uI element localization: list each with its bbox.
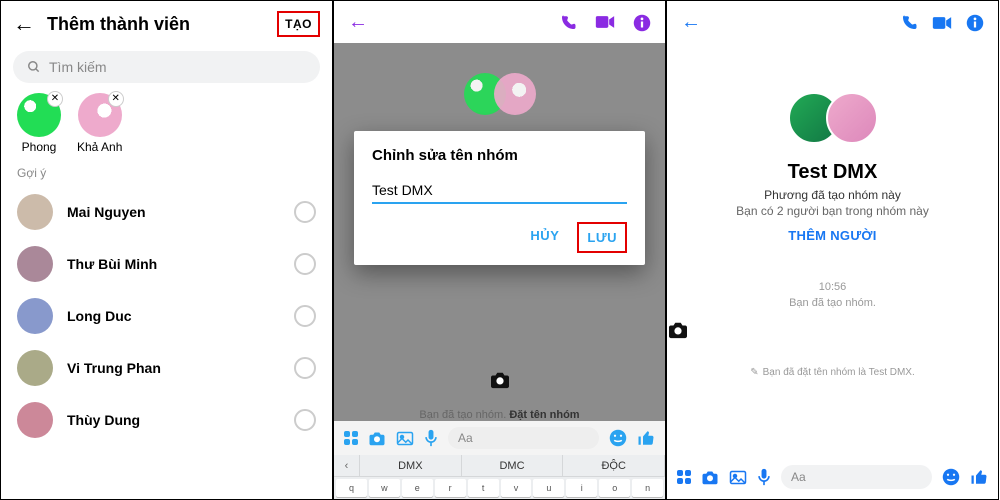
remove-icon[interactable]: ✕ <box>108 91 124 107</box>
emoji-icon[interactable] <box>609 429 627 447</box>
kbd-chevron-icon[interactable]: ‹ <box>334 455 360 476</box>
apps-icon[interactable] <box>677 470 691 484</box>
save-button[interactable]: LƯU <box>577 222 627 253</box>
info-icon[interactable] <box>966 14 984 32</box>
like-icon[interactable] <box>970 468 988 486</box>
select-radio[interactable] <box>294 409 316 431</box>
selected-name: Khả Anh <box>77 140 122 154</box>
camera-icon[interactable] <box>701 470 719 485</box>
message-input[interactable]: Aa <box>781 465 932 489</box>
camera-icon[interactable] <box>368 431 386 446</box>
video-icon[interactable] <box>932 15 952 31</box>
keyboard[interactable]: ‹ DMX DMC ĐỘC qwertvuion <box>334 455 665 499</box>
system-message: Bạn đã tạo nhóm. <box>667 297 998 309</box>
avatar <box>17 246 53 282</box>
video-icon[interactable] <box>595 14 615 32</box>
friends-line: Bạn có 2 người bạn trong nhóm này <box>667 204 998 218</box>
avatar <box>17 298 53 334</box>
avatar <box>17 194 53 230</box>
group-name-input[interactable] <box>372 182 627 198</box>
gallery-icon[interactable] <box>729 470 747 485</box>
suggestion-row[interactable]: Mai Nguyen <box>1 186 332 238</box>
select-radio[interactable] <box>294 305 316 327</box>
kbd-suggestion[interactable]: DMX <box>360 455 462 476</box>
camera-icon[interactable] <box>667 321 998 339</box>
avatar: ✕ <box>17 93 61 137</box>
remove-icon[interactable]: ✕ <box>47 91 63 107</box>
suggestion-name: Thư Bùi Minh <box>67 256 294 272</box>
name-group-link[interactable]: Đặt tên nhóm <box>509 409 579 421</box>
system-message: ✎Bạn đã đặt tên nhóm là Test DMX. <box>667 367 998 378</box>
mic-icon[interactable] <box>757 468 771 486</box>
selected-member: ✕ Khả Anh <box>77 93 122 154</box>
call-icon[interactable] <box>559 14 577 32</box>
cancel-button[interactable]: HỦY <box>522 222 567 253</box>
avatar <box>494 73 536 115</box>
kbd-suggestion[interactable]: DMC <box>462 455 564 476</box>
search-placeholder: Tìm kiếm <box>49 59 107 75</box>
select-radio[interactable] <box>294 253 316 275</box>
suggestion-row[interactable]: Thùy Dung <box>1 394 332 446</box>
suggestion-label: Gợi ý <box>1 162 332 186</box>
emoji-icon[interactable] <box>942 468 960 486</box>
page-title: Thêm thành viên <box>47 14 277 35</box>
kbd-suggestion[interactable]: ĐỘC <box>563 455 665 476</box>
info-icon[interactable] <box>633 14 651 32</box>
suggestion-row[interactable]: Long Duc <box>1 290 332 342</box>
dialog-title: Chỉnh sửa tên nhóm <box>372 147 627 164</box>
creator-line: Phương đã tạo nhóm này <box>667 188 998 202</box>
call-icon[interactable] <box>900 14 918 32</box>
select-radio[interactable] <box>294 357 316 379</box>
back-arrow-icon[interactable]: ← <box>13 11 35 37</box>
status-text: Bạn đã tạo nhóm. Đặt tên nhóm <box>334 409 665 421</box>
pencil-icon: ✎ <box>750 367 758 378</box>
avatar <box>17 402 53 438</box>
mic-icon[interactable] <box>424 429 438 447</box>
select-radio[interactable] <box>294 201 316 223</box>
apps-icon[interactable] <box>344 431 358 445</box>
suggestion-name: Vi Trung Phan <box>67 360 294 376</box>
timestamp: 10:56 <box>667 281 998 293</box>
group-avatar <box>795 92 871 144</box>
like-icon[interactable] <box>637 429 655 447</box>
suggestion-row[interactable]: Vi Trung Phan <box>1 342 332 394</box>
rename-dialog: Chỉnh sửa tên nhóm HỦY LƯU <box>354 131 645 265</box>
create-button[interactable]: TẠO <box>277 11 320 37</box>
suggestion-row[interactable]: Thư Bùi Minh <box>1 238 332 290</box>
back-arrow-icon[interactable]: ← <box>348 11 368 34</box>
message-input[interactable]: Aa <box>448 427 599 449</box>
selected-member: ✕ Phong <box>17 93 61 154</box>
gallery-icon[interactable] <box>396 431 414 446</box>
suggestion-name: Thùy Dung <box>67 412 294 428</box>
suggestion-name: Long Duc <box>67 308 294 324</box>
camera-icon[interactable] <box>489 371 511 389</box>
search-icon <box>27 60 41 74</box>
add-people-button[interactable]: THÊM NGƯỜI <box>667 228 998 243</box>
search-input[interactable]: Tìm kiếm <box>13 51 320 83</box>
back-arrow-icon[interactable]: ← <box>681 11 701 34</box>
avatar <box>17 350 53 386</box>
group-name: Test DMX <box>667 161 998 184</box>
avatar: ✕ <box>78 93 122 137</box>
selected-name: Phong <box>17 140 61 154</box>
suggestion-name: Mai Nguyen <box>67 204 294 220</box>
